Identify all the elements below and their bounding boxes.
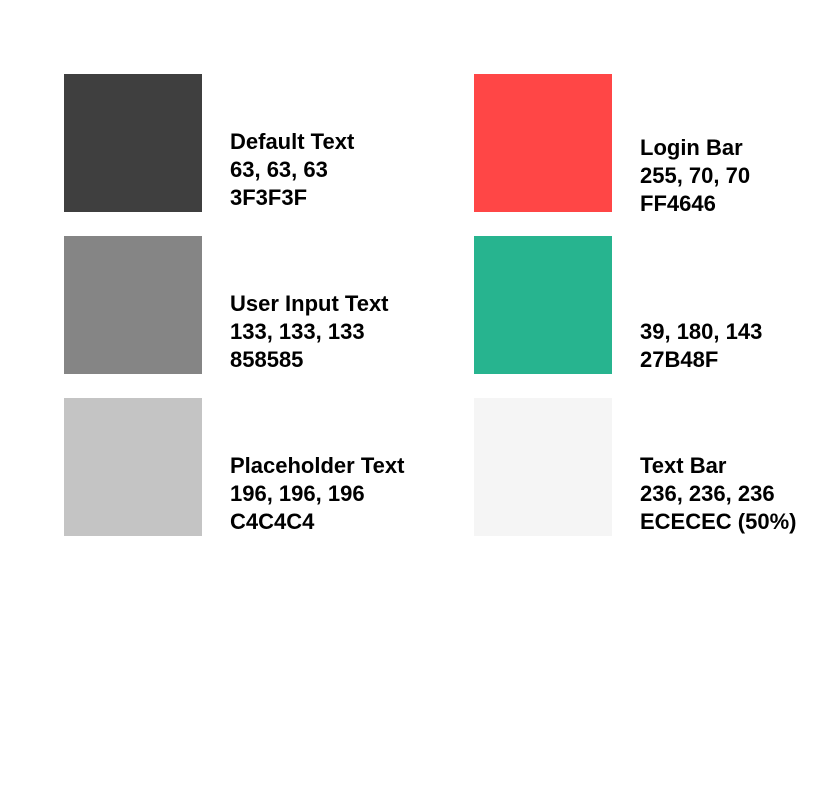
color-swatch-card: Login Bar 255, 70, 70 FF4646: [474, 74, 828, 216]
color-swatch: [474, 398, 612, 536]
swatch-hex: FF4646: [640, 191, 716, 216]
color-swatch-card: Text Bar 236, 236, 236 ECECEC (50%): [474, 398, 828, 536]
color-swatch-card: Default Text 63, 63, 63 3F3F3F: [64, 74, 424, 212]
color-swatch: [64, 398, 202, 536]
swatch-rgb: 63, 63, 63: [230, 157, 328, 182]
swatch-name: Text Bar: [640, 453, 727, 478]
swatch-label: Placeholder Text 196, 196, 196 C4C4C4: [230, 452, 404, 536]
swatch-hex: C4C4C4: [230, 509, 315, 534]
swatch-name: User Input Text: [230, 291, 389, 316]
color-swatch-card: User Input Text 133, 133, 133 858585: [64, 236, 424, 374]
swatch-label: 39, 180, 143 27B48F: [640, 290, 762, 374]
swatch-label: Login Bar 255, 70, 70 FF4646: [640, 134, 750, 218]
swatch-rgb: 255, 70, 70: [640, 163, 751, 188]
color-swatch: [64, 74, 202, 212]
swatch-name: [640, 290, 762, 318]
swatch-label: User Input Text 133, 133, 133 858585: [230, 290, 389, 374]
swatch-rgb: 236, 236, 236: [640, 481, 775, 506]
swatch-label: Default Text 63, 63, 63 3F3F3F: [230, 128, 354, 212]
swatch-hex: ECECEC (50%): [640, 509, 797, 534]
swatch-hex: 858585: [230, 347, 304, 372]
swatch-rgb: 196, 196, 196: [230, 481, 365, 506]
swatch-rgb: 133, 133, 133: [230, 319, 365, 344]
color-swatch-card: 39, 180, 143 27B48F: [474, 236, 828, 374]
swatch-hex: 27B48F: [640, 347, 719, 372]
color-swatch: [474, 74, 612, 212]
color-swatch: [64, 236, 202, 374]
swatch-name: Login Bar: [640, 135, 743, 160]
swatch-name: Placeholder Text: [230, 453, 405, 478]
swatch-hex: 3F3F3F: [230, 185, 308, 210]
swatch-name: Default Text: [230, 129, 355, 154]
color-swatch: [474, 236, 612, 374]
color-swatch-card: Placeholder Text 196, 196, 196 C4C4C4: [64, 398, 424, 536]
swatch-label: Text Bar 236, 236, 236 ECECEC (50%): [640, 452, 796, 536]
swatch-rgb: 39, 180, 143: [640, 319, 763, 344]
